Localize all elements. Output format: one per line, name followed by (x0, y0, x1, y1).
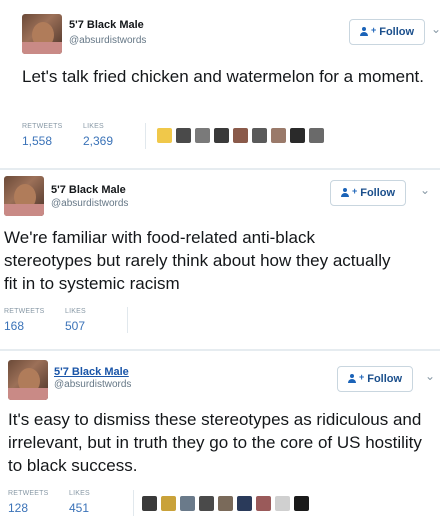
plus-icon: + (358, 372, 365, 382)
retweets-count[interactable]: 128 (8, 501, 28, 515)
likes-count[interactable]: 507 (65, 319, 85, 333)
liker-avatar[interactable] (256, 496, 271, 511)
likes-label: LIKES (83, 123, 104, 130)
follow-person-icon (340, 188, 351, 198)
author-handle[interactable]: @absurdistwords (69, 35, 146, 46)
follow-person-icon (359, 27, 370, 37)
avatar[interactable] (4, 176, 44, 216)
plus-icon: + (370, 25, 377, 35)
author-name[interactable]: 5'7 Black Male (69, 19, 144, 31)
liker-avatar[interactable] (176, 128, 191, 143)
follow-button[interactable]: + Follow (337, 366, 413, 392)
tweet-text: Let's talk fried chicken and watermelon … (22, 67, 424, 86)
liker-avatar[interactable] (180, 496, 195, 511)
retweets-count[interactable]: 1,558 (22, 134, 52, 148)
follow-label: Follow (360, 187, 396, 199)
liker-avatar[interactable] (233, 128, 248, 143)
liker-avatar[interactable] (218, 496, 233, 511)
tweet-2: 5'7 Black Male @absurdistwords + Follow … (0, 170, 440, 348)
liker-avatar[interactable] (142, 496, 157, 511)
avatar[interactable] (22, 14, 62, 54)
follow-button[interactable]: + Follow (330, 180, 406, 206)
liker-avatar[interactable] (271, 128, 286, 143)
liker-avatar[interactable] (275, 496, 290, 511)
follow-label: Follow (367, 373, 403, 385)
chevron-down-icon[interactable]: ⌄ (431, 22, 440, 36)
divider (0, 349, 440, 351)
retweets-label: RETWEETS (4, 308, 45, 315)
author-handle[interactable]: @absurdistwords (51, 198, 128, 209)
stats-divider (127, 307, 128, 333)
liker-avatar[interactable] (214, 128, 229, 143)
liker-avatar[interactable] (237, 496, 252, 511)
stats-divider (133, 490, 134, 516)
tweet-1: 5'7 Black Male @absurdistwords + Follow … (0, 0, 440, 168)
author-name[interactable]: 5'7 Black Male (54, 366, 129, 378)
likes-count[interactable]: 2,369 (83, 134, 113, 148)
follow-label: Follow (379, 26, 415, 38)
stats-divider (145, 123, 146, 149)
liker-avatar[interactable] (195, 128, 210, 143)
liker-avatar[interactable] (157, 128, 172, 143)
author-name[interactable]: 5'7 Black Male (51, 184, 126, 196)
liker-avatar[interactable] (290, 128, 305, 143)
author-handle[interactable]: @absurdistwords (54, 379, 131, 390)
follow-button[interactable]: + Follow (349, 19, 425, 45)
tweet-text: We're familiar with food-related anti-bl… (4, 228, 391, 293)
tweet-text: It's easy to dismiss these stereotypes a… (8, 410, 422, 475)
chevron-down-icon[interactable]: ⌄ (420, 183, 430, 197)
liker-avatar[interactable] (309, 128, 324, 143)
liker-avatar[interactable] (161, 496, 176, 511)
retweets-label: RETWEETS (8, 490, 49, 497)
likes-label: LIKES (65, 308, 86, 315)
retweets-label: RETWEETS (22, 123, 63, 130)
likes-count[interactable]: 451 (69, 501, 89, 515)
liker-avatar[interactable] (199, 496, 214, 511)
plus-icon: + (351, 186, 358, 196)
avatar[interactable] (8, 360, 48, 400)
retweets-count[interactable]: 168 (4, 319, 24, 333)
chevron-down-icon[interactable]: ⌄ (425, 369, 435, 383)
follow-person-icon (347, 374, 358, 384)
liker-avatar[interactable] (252, 128, 267, 143)
tweet-3: 5'7 Black Male @absurdistwords + Follow … (0, 352, 440, 519)
liker-avatar[interactable] (294, 496, 309, 511)
likes-label: LIKES (69, 490, 90, 497)
